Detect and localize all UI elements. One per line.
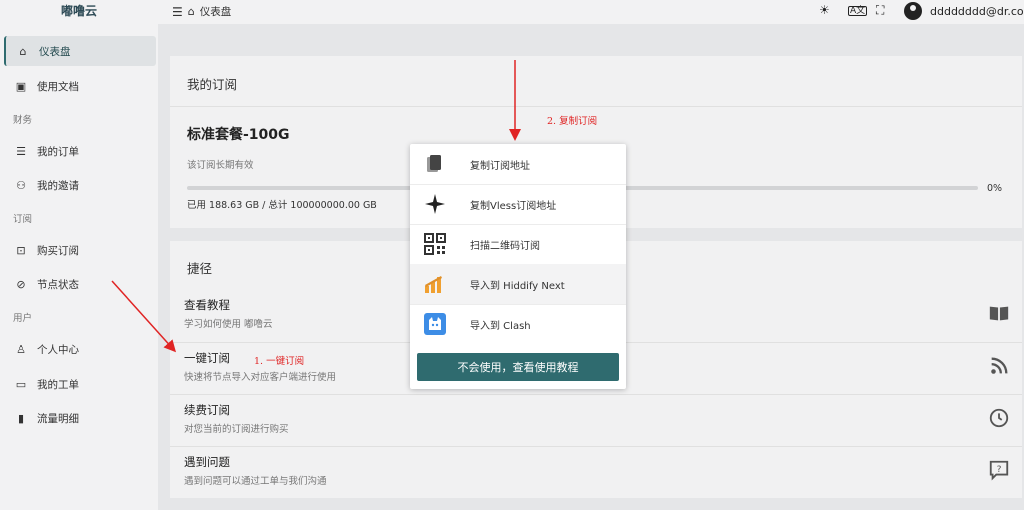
annotation-arrow-step1 bbox=[111, 280, 177, 353]
annotation-step1: 1. 一键订阅 bbox=[254, 356, 305, 367]
annotation-step2: 2. 复制订阅 bbox=[547, 116, 598, 127]
annotation-arrows bbox=[111, 60, 521, 353]
